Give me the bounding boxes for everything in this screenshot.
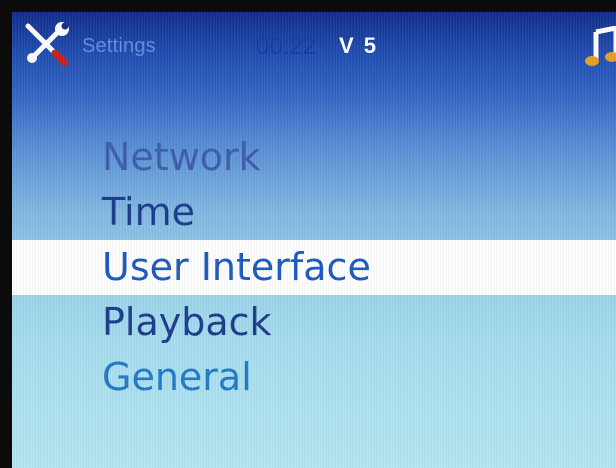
menu-item-label: Playback: [102, 300, 272, 344]
menu-item-time[interactable]: Time: [12, 185, 616, 240]
volume-indicator: V 5: [339, 33, 379, 58]
clock: 00:22: [256, 33, 317, 60]
settings-menu: Network Time User Interface Playback Gen…: [12, 130, 616, 405]
menu-item-label: Time: [102, 190, 195, 234]
menu-item-general[interactable]: General: [12, 350, 616, 405]
music-note-icon: [585, 26, 616, 66]
device-screen: Settings 00:22 V 5 Network Time User Int…: [12, 12, 616, 468]
status-bar: Settings 00:22 V 5: [12, 12, 616, 78]
menu-item-playback[interactable]: Playback: [12, 295, 616, 350]
screen-title: Settings: [82, 35, 156, 57]
menu-item-label: User Interface: [102, 245, 371, 289]
menu-item-label: General: [102, 355, 252, 399]
menu-item-network[interactable]: Network: [12, 130, 616, 185]
menu-item-user-interface[interactable]: User Interface: [12, 240, 616, 295]
menu-item-label: Network: [102, 135, 261, 179]
wrench-screwdriver-icon: [25, 22, 69, 66]
